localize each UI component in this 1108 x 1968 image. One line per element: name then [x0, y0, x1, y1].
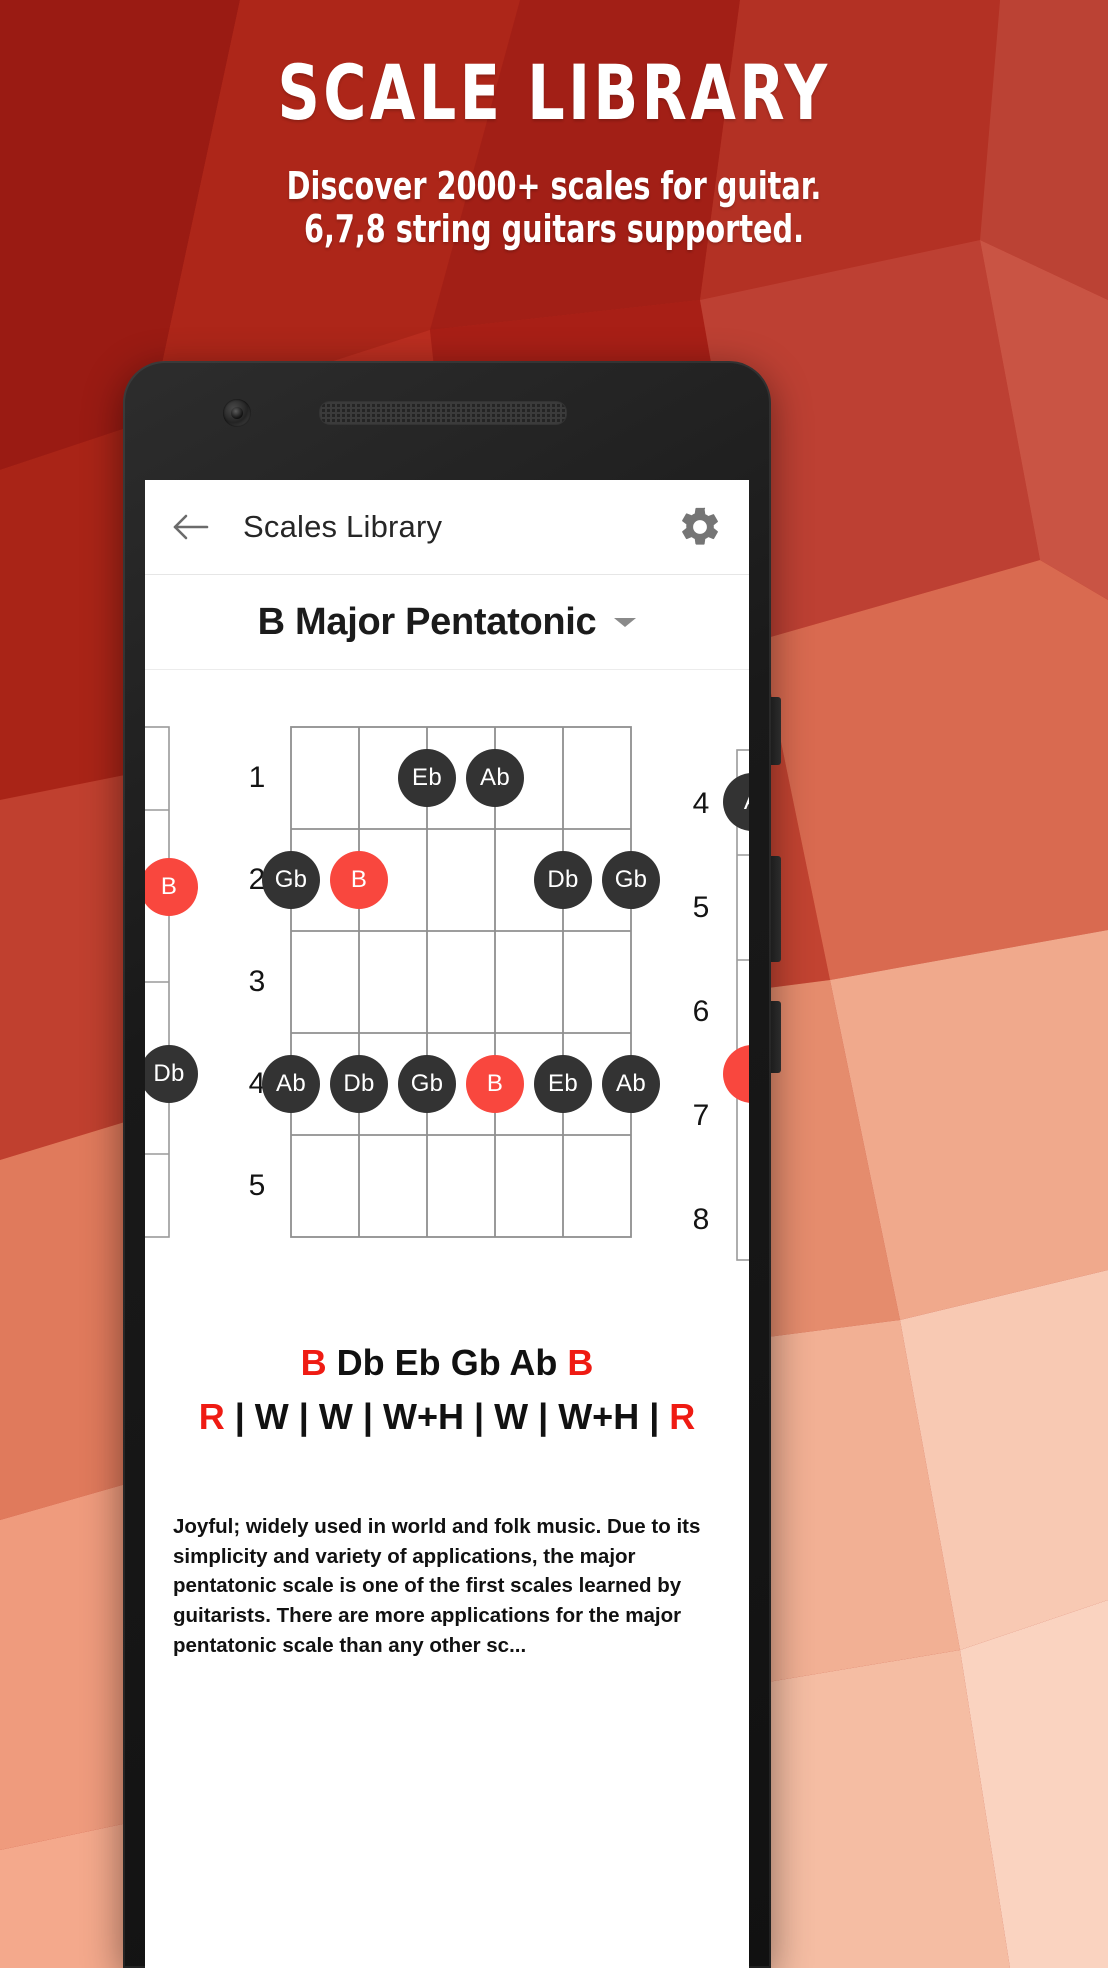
app-bar-title: Scales Library: [243, 509, 443, 544]
interval-separator: |: [234, 1396, 245, 1437]
scale-notes-row: B Db Eb Gb Ab B: [145, 1342, 749, 1384]
hero-subtitle: Discover 2000+ scales for guitar. 6,7,8 …: [89, 164, 1020, 252]
scale-description: Joyful; widely used in world and folk mu…: [173, 1515, 701, 1657]
scale-interval: W+H: [382, 1396, 464, 1437]
page-title: SCALE LIBRARY: [277, 48, 831, 137]
fretboard-left-partial: [145, 726, 170, 1238]
interval-separator: |: [474, 1396, 485, 1437]
fret-number-right-5: 5: [692, 891, 710, 924]
fretboard-note[interactable]: Ab: [466, 749, 524, 807]
fret-number-right-8: 8: [692, 1203, 710, 1236]
app-screen: Scales Library B Major Pentatonic 1 2 3 …: [145, 480, 749, 1968]
app-bar: Scales Library: [145, 480, 749, 575]
scale-note: Ab: [509, 1342, 558, 1383]
fret-number-center-5: 5: [248, 1169, 266, 1202]
fretboard-note[interactable]: B: [466, 1055, 524, 1113]
interval-separator: |: [649, 1396, 660, 1437]
hero-subtitle-line-1: Discover 2000+ scales for guitar.: [286, 164, 822, 208]
camera-icon: [223, 399, 251, 427]
gear-glyph: [682, 507, 718, 545]
back-arrow-glyph: [173, 514, 209, 540]
scale-note: B: [300, 1342, 327, 1383]
interval-separator: |: [538, 1396, 549, 1437]
scale-interval: W+H: [558, 1396, 640, 1437]
scale-selector[interactable]: B Major Pentatonic: [145, 575, 749, 670]
gear-icon[interactable]: [675, 502, 725, 552]
fretboard-note[interactable]: Ab: [262, 1055, 320, 1113]
fret-number-right-6: 6: [692, 995, 710, 1028]
fretboard-note[interactable]: Gb: [262, 851, 320, 909]
scale-note: Db: [336, 1342, 385, 1383]
scale-interval: W: [494, 1396, 529, 1437]
chevron-down-icon: [614, 617, 637, 627]
phone-button-extra[interactable]: [771, 1001, 781, 1073]
fretboard-note[interactable]: Eb: [534, 1055, 592, 1113]
fretboard-note[interactable]: Gb: [398, 1055, 456, 1113]
scale-note: Eb: [394, 1342, 441, 1383]
fretboard-note[interactable]: B: [330, 851, 388, 909]
phone-button-power[interactable]: [771, 697, 781, 765]
fret-number-right-7: 7: [692, 1099, 710, 1132]
interval-separator: |: [298, 1396, 309, 1437]
fretboard-note[interactable]: Db: [330, 1055, 388, 1113]
fret-number-center-3: 3: [248, 965, 266, 998]
scale-note: B: [567, 1342, 594, 1383]
scale-name-label: B Major Pentatonic: [257, 600, 597, 643]
fretboard-note[interactable]: Ab: [602, 1055, 660, 1113]
scale-interval: W: [318, 1396, 353, 1437]
phone-mockup: Scales Library B Major Pentatonic 1 2 3 …: [123, 361, 781, 1968]
scale-interval: R: [198, 1396, 225, 1437]
fretboard-note[interactable]: Eb: [398, 749, 456, 807]
interval-separator: |: [362, 1396, 373, 1437]
fret-number-right-4: 4: [692, 787, 710, 820]
back-arrow-icon[interactable]: [169, 505, 213, 549]
hero-subtitle-line-2: 6,7,8 string guitars supported.: [303, 207, 805, 252]
scale-intervals-row: R | W | W | W+H | W | W+H | R: [145, 1396, 749, 1438]
scale-interval: R: [669, 1396, 696, 1437]
earpiece-speaker-icon: [319, 401, 567, 425]
scale-interval: W: [254, 1396, 289, 1437]
scale-note: Gb: [450, 1342, 501, 1383]
hero-banner: SCALE LIBRARY Discover 2000+ scales for …: [0, 55, 1108, 252]
phone-button-volume[interactable]: [771, 856, 781, 962]
fretboard-main-grid: [290, 726, 632, 1238]
fret-number-center-1: 1: [248, 761, 266, 794]
fretboard-note[interactable]: Gb: [602, 851, 660, 909]
fretboard-note[interactable]: Db: [534, 851, 592, 909]
fretboard-diagram[interactable]: 1 2 3 4 5 4 5 6 7 8 B Db A Eb Ab Gb B Db…: [145, 670, 749, 1270]
